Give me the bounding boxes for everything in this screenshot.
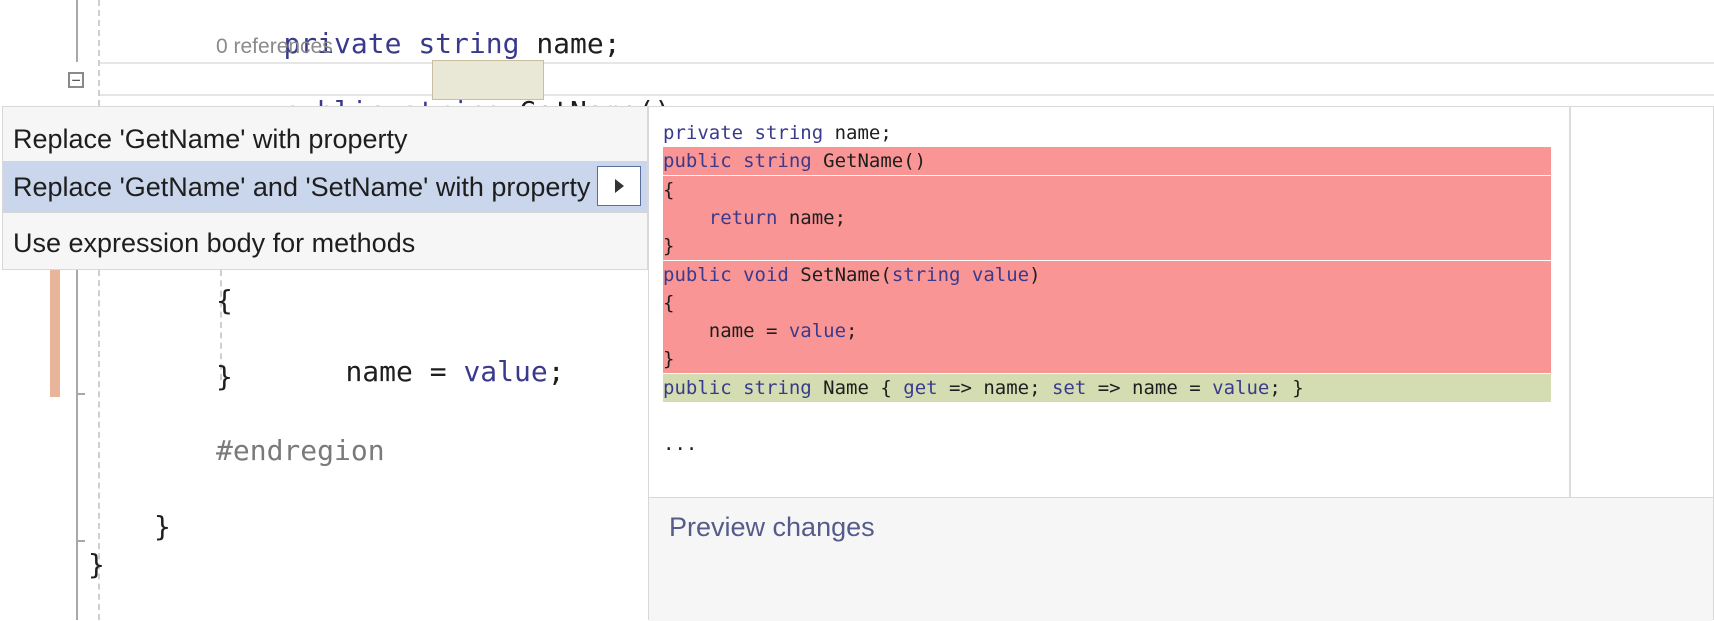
code-token: ; } — [1269, 376, 1304, 399]
preview-diff: private string name; public string GetNam… — [649, 107, 1571, 499]
diff-line-removed: { — [663, 288, 1551, 317]
outline-bar — [76, 0, 78, 62]
code-brace-close: } — [216, 360, 233, 393]
keyword: value — [1212, 376, 1270, 399]
diff-line-removed: } — [663, 345, 1551, 374]
diff-line-removed: } — [663, 232, 1551, 261]
keyword: value — [463, 355, 548, 388]
keyword: set — [1051, 376, 1087, 399]
code-token: name = — [663, 320, 789, 343]
code-token: => name = — [1086, 376, 1213, 399]
code-line-assign: name = value; — [345, 355, 565, 388]
outline-tick — [76, 393, 85, 395]
keyword: string — [743, 376, 812, 399]
keyword: return — [708, 206, 778, 229]
keyword: public — [663, 150, 732, 173]
code-token: { — [663, 178, 675, 201]
keyword: string — [743, 150, 812, 173]
preview-footer: Preview changes — [649, 497, 1713, 621]
code-token: ) — [1029, 263, 1041, 286]
menu-item-expression-body[interactable]: Use expression body for methods — [3, 223, 647, 263]
code-token: name; — [823, 122, 892, 144]
diff-line-added: public string Name { get => name; set =>… — [663, 373, 1551, 402]
menu-item-replace-getname[interactable]: Replace 'GetName' with property — [3, 119, 647, 159]
submenu-expand-button[interactable] — [597, 166, 641, 206]
code-token: { — [663, 291, 675, 314]
code-token: Name { — [811, 376, 904, 399]
collapse-toggle-icon[interactable]: − — [68, 72, 84, 88]
code-token: SetName( — [788, 263, 892, 286]
keyword: private — [663, 122, 744, 144]
keyword: get — [903, 376, 938, 399]
code-token: GetName() — [811, 150, 927, 173]
identifier: name; — [536, 27, 621, 60]
code-token: => name; — [937, 376, 1052, 399]
quick-actions-menu: Replace 'GetName' with property Replace … — [2, 106, 648, 270]
diff-line-removed: return name; — [663, 203, 1551, 232]
keyword: public — [663, 263, 732, 286]
outline-tick — [76, 540, 85, 542]
code-token: name; — [777, 206, 847, 229]
code-outer-brace: } — [154, 510, 171, 543]
preview-pane: private string name; public string GetNam… — [648, 106, 1714, 621]
code-last-brace: } — [88, 548, 105, 581]
menu-item-label: Replace 'GetName' and 'SetName' with pro… — [13, 172, 591, 202]
code-token: } — [663, 235, 675, 258]
keyword: string — [418, 27, 520, 60]
diff-line-removed: public void SetName(string value) — [663, 260, 1551, 289]
code-token: ... — [663, 433, 698, 456]
code-token: ; — [846, 320, 858, 343]
keyword: string — [891, 263, 961, 286]
keyword: value — [971, 263, 1030, 286]
menu-separator — [3, 212, 647, 213]
diff-line-context: private string name; — [663, 119, 1551, 147]
chevron-right-icon — [615, 179, 624, 193]
code-endregion: #endregion — [216, 434, 385, 467]
menu-item-replace-getname-setname[interactable]: Replace 'GetName' and 'SetName' with pro… — [3, 161, 647, 213]
code-token: } — [663, 348, 675, 371]
keyword: void — [743, 263, 789, 286]
diff-line-context — [663, 402, 1551, 430]
diff-line-removed: public string GetName() — [663, 147, 1551, 176]
outline-bar — [76, 270, 78, 620]
preview-changes-link[interactable]: Preview changes — [669, 512, 875, 543]
keyword: public — [663, 376, 732, 399]
code-brace-open: { — [216, 284, 233, 317]
keyword: value — [788, 320, 847, 343]
diff-line-removed: name = value; — [663, 317, 1551, 346]
diff-line-context: ... — [663, 430, 1551, 458]
codelens-references[interactable]: 0 references — [216, 35, 333, 59]
diff-line-removed: { — [663, 175, 1551, 204]
keyword: string — [754, 122, 824, 144]
change-indicator-bar — [50, 262, 60, 397]
